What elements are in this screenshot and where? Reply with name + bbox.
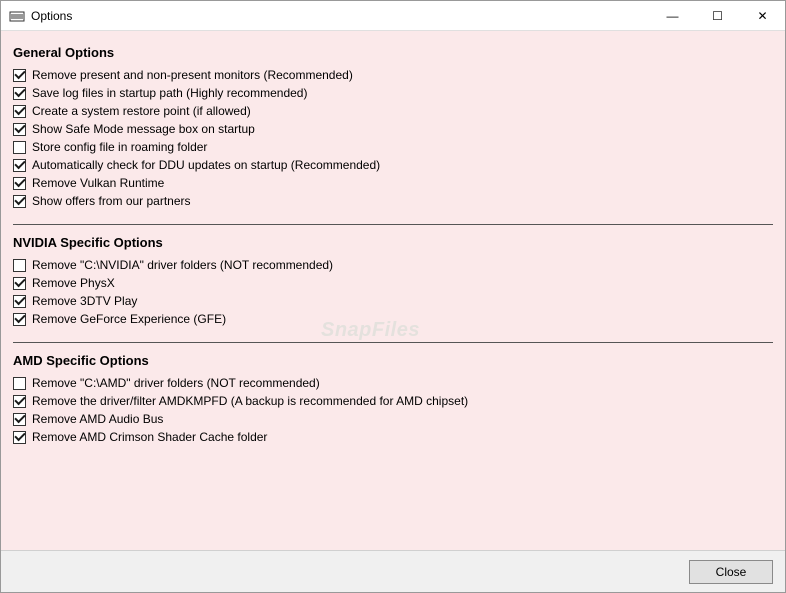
- nvidia-option-label: Remove GeForce Experience (GFE): [32, 312, 226, 326]
- amd-option-row: Remove the driver/filter AMDKMPFD (A bac…: [13, 392, 773, 410]
- app-icon: [9, 8, 25, 24]
- nvidia-option-row: Remove 3DTV Play: [13, 292, 773, 310]
- general-option-row: Remove present and non-present monitors …: [13, 66, 773, 84]
- general-checkbox[interactable]: [13, 159, 26, 172]
- nvidia-option-label: Remove PhysX: [32, 276, 115, 290]
- general-option-row: Save log files in startup path (Highly r…: [13, 84, 773, 102]
- footer: Close: [1, 550, 785, 592]
- general-checkbox[interactable]: [13, 69, 26, 82]
- general-option-label: Automatically check for DDU updates on s…: [32, 158, 380, 172]
- nvidia-option-row: Remove "C:\NVIDIA" driver folders (NOT r…: [13, 256, 773, 274]
- amd-option-row: Remove AMD Audio Bus: [13, 410, 773, 428]
- nvidia-section-title: NVIDIA Specific Options: [13, 231, 773, 250]
- general-checkbox[interactable]: [13, 141, 26, 154]
- nvidia-option-label: Remove "C:\NVIDIA" driver folders (NOT r…: [32, 258, 333, 272]
- divider: [13, 224, 773, 225]
- general-section: General Options Remove present and non-p…: [13, 41, 773, 210]
- general-option-label: Create a system restore point (if allowe…: [32, 104, 251, 118]
- amd-checkbox[interactable]: [13, 395, 26, 408]
- amd-section: AMD Specific Options Remove "C:\AMD" dri…: [13, 349, 773, 446]
- general-option-row: Show Safe Mode message box on startup: [13, 120, 773, 138]
- general-option-row: Create a system restore point (if allowe…: [13, 102, 773, 120]
- amd-option-label: Remove "C:\AMD" driver folders (NOT reco…: [32, 376, 320, 390]
- general-option-label: Save log files in startup path (Highly r…: [32, 86, 307, 100]
- amd-option-row: Remove "C:\AMD" driver folders (NOT reco…: [13, 374, 773, 392]
- general-section-title: General Options: [13, 41, 773, 60]
- divider: [13, 342, 773, 343]
- general-option-row: Remove Vulkan Runtime: [13, 174, 773, 192]
- maximize-button[interactable]: ☐: [695, 1, 740, 31]
- general-checkbox[interactable]: [13, 105, 26, 118]
- nvidia-checkbox[interactable]: [13, 277, 26, 290]
- nvidia-checkbox[interactable]: [13, 295, 26, 308]
- nvidia-option-row: Remove PhysX: [13, 274, 773, 292]
- amd-option-label: Remove the driver/filter AMDKMPFD (A bac…: [32, 394, 468, 408]
- nvidia-option-label: Remove 3DTV Play: [32, 294, 137, 308]
- general-option-label: Show Safe Mode message box on startup: [32, 122, 255, 136]
- amd-checkbox[interactable]: [13, 431, 26, 444]
- nvidia-checkbox[interactable]: [13, 313, 26, 326]
- general-option-row: Show offers from our partners: [13, 192, 773, 210]
- amd-option-row: Remove AMD Crimson Shader Cache folder: [13, 428, 773, 446]
- nvidia-checkbox[interactable]: [13, 259, 26, 272]
- amd-option-label: Remove AMD Crimson Shader Cache folder: [32, 430, 267, 444]
- amd-checkbox[interactable]: [13, 377, 26, 390]
- general-option-label: Show offers from our partners: [32, 194, 191, 208]
- nvidia-section: NVIDIA Specific Options Remove "C:\NVIDI…: [13, 231, 773, 328]
- close-window-button[interactable]: ✕: [740, 1, 785, 31]
- general-option-label: Remove Vulkan Runtime: [32, 176, 164, 190]
- general-option-label: Remove present and non-present monitors …: [32, 68, 353, 82]
- general-checkbox[interactable]: [13, 123, 26, 136]
- window-title: Options: [31, 9, 72, 23]
- titlebar: Options — ☐ ✕: [1, 1, 785, 31]
- amd-checkbox[interactable]: [13, 413, 26, 426]
- close-button[interactable]: Close: [689, 560, 773, 584]
- amd-option-label: Remove AMD Audio Bus: [32, 412, 163, 426]
- content-panel: SnapFiles General Options Remove present…: [1, 31, 785, 550]
- amd-section-title: AMD Specific Options: [13, 349, 773, 368]
- general-option-label: Store config file in roaming folder: [32, 140, 207, 154]
- minimize-button[interactable]: —: [650, 1, 695, 31]
- general-checkbox[interactable]: [13, 177, 26, 190]
- general-checkbox[interactable]: [13, 195, 26, 208]
- general-option-row: Store config file in roaming folder: [13, 138, 773, 156]
- nvidia-option-row: Remove GeForce Experience (GFE): [13, 310, 773, 328]
- general-checkbox[interactable]: [13, 87, 26, 100]
- general-option-row: Automatically check for DDU updates on s…: [13, 156, 773, 174]
